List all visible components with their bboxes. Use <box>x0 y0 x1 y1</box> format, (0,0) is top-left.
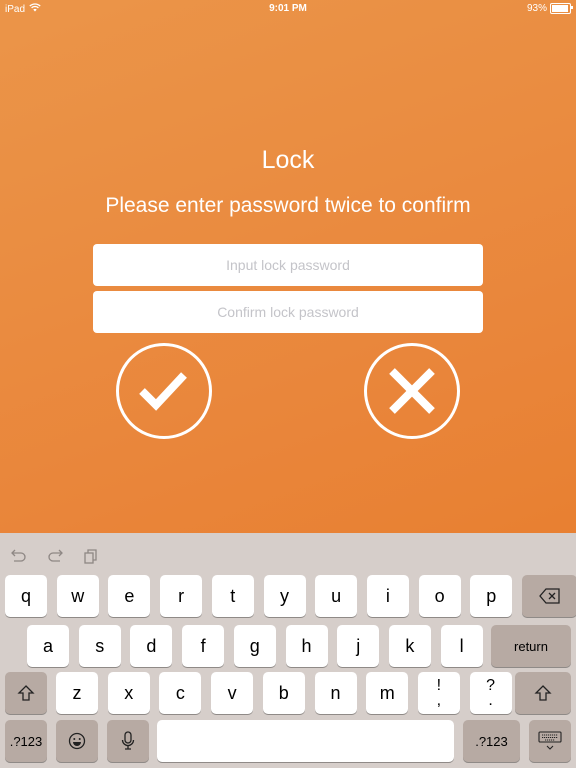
key-label: !, <box>436 677 442 709</box>
key-label: q <box>20 585 31 606</box>
key-p[interactable]: p <box>470 575 513 617</box>
checkmark-icon <box>139 372 187 411</box>
key-label: b <box>278 682 289 703</box>
battery-percent: 93% <box>526 3 547 14</box>
key-label: o <box>434 585 445 606</box>
delete-icon <box>538 588 560 604</box>
key-label: p <box>486 585 497 606</box>
key-label: return <box>514 638 548 654</box>
key-label: c <box>175 682 185 703</box>
keyboard: q w e r t y u i o p a s d f g h j k l return z x c v b n m!,?. .?12… <box>0 533 576 768</box>
emoji-icon <box>68 732 86 750</box>
shift-icon <box>17 685 35 701</box>
key-label: m <box>379 682 395 703</box>
key-label: u <box>331 585 342 606</box>
redo-icon[interactable] <box>46 547 64 565</box>
dismiss-keyboard-key[interactable] <box>529 720 571 762</box>
key-c[interactable]: c <box>159 672 202 714</box>
key-label: t <box>230 585 236 606</box>
key-label: h <box>301 635 312 656</box>
key-label: .?123 <box>475 733 508 749</box>
key-d[interactable]: d <box>130 625 173 667</box>
key-label: r <box>178 585 185 606</box>
battery-icon <box>550 3 573 14</box>
shift-key-left[interactable] <box>5 672 47 714</box>
key-label: y <box>280 585 289 606</box>
key-x[interactable]: x <box>107 672 150 714</box>
key-s[interactable]: s <box>78 625 121 667</box>
key-k[interactable]: k <box>388 625 431 667</box>
keyboard-dismiss-icon <box>538 731 562 750</box>
key-label: j <box>356 635 361 656</box>
confirm-password-input[interactable] <box>93 291 483 333</box>
page-title: Lock <box>261 146 315 174</box>
numbers-key-right[interactable]: .?123 <box>463 720 520 762</box>
key-label: l <box>459 635 464 656</box>
key-h[interactable]: h <box>285 625 328 667</box>
shift-icon <box>534 685 552 701</box>
status-bar: iPad 9:01 PM 93% <box>0 0 576 18</box>
key-label: a <box>42 635 53 656</box>
key-a[interactable]: a <box>27 625 69 667</box>
key-question-period[interactable]: ?. <box>469 672 512 714</box>
delete-key[interactable] <box>522 575 576 617</box>
key-u[interactable]: u <box>315 575 358 617</box>
key-o[interactable]: o <box>418 575 461 617</box>
key-v[interactable]: v <box>211 672 254 714</box>
confirm-button[interactable] <box>116 343 212 439</box>
key-label: s <box>95 635 105 656</box>
key-r[interactable]: r <box>160 575 203 617</box>
key-t[interactable]: t <box>211 575 254 617</box>
key-w[interactable]: w <box>56 575 99 617</box>
key-label: n <box>330 682 341 703</box>
key-label: d <box>146 635 157 656</box>
key-i[interactable]: i <box>366 575 409 617</box>
key-label: e <box>124 585 135 606</box>
dictation-key[interactable] <box>107 720 149 762</box>
key-exclaim-comma[interactable]: !, <box>417 672 460 714</box>
key-b[interactable]: b <box>262 672 305 714</box>
keyboard-toolbar <box>10 547 100 565</box>
key-label: x <box>124 682 134 703</box>
paste-icon[interactable] <box>82 547 100 565</box>
key-label: g <box>249 635 260 656</box>
key-j[interactable]: j <box>337 625 380 667</box>
key-label: z <box>72 682 82 703</box>
key-l[interactable]: l <box>440 625 483 667</box>
key-y[interactable]: y <box>263 575 306 617</box>
key-label: .?123 <box>9 733 43 749</box>
key-label: v <box>227 682 237 703</box>
instructions: Please enter password twice to confirm <box>105 194 471 217</box>
password-input[interactable] <box>93 244 483 286</box>
key-label: ?. <box>486 677 496 709</box>
key-label: i <box>385 585 390 606</box>
key-z[interactable]: z <box>56 672 98 714</box>
key-g[interactable]: g <box>233 625 276 667</box>
microphone-icon <box>121 731 135 750</box>
shift-key-right[interactable] <box>515 672 571 714</box>
key-label: k <box>405 635 415 656</box>
cancel-button[interactable] <box>364 343 460 439</box>
numbers-key-left[interactable]: .?123 <box>5 720 47 762</box>
undo-icon[interactable] <box>10 547 28 565</box>
key-m[interactable]: m <box>366 672 409 714</box>
emoji-key[interactable] <box>56 720 98 762</box>
close-icon <box>389 368 435 414</box>
status-time: 9:01 PM <box>269 3 307 14</box>
key-label: f <box>200 635 206 656</box>
key-n[interactable]: n <box>314 672 357 714</box>
space-bar[interactable] <box>157 720 454 762</box>
return-key[interactable]: return <box>491 625 571 667</box>
key-q[interactable]: q <box>5 575 47 617</box>
key-e[interactable]: e <box>108 575 151 617</box>
key-label: w <box>71 585 85 606</box>
key-f[interactable]: f <box>182 625 225 667</box>
